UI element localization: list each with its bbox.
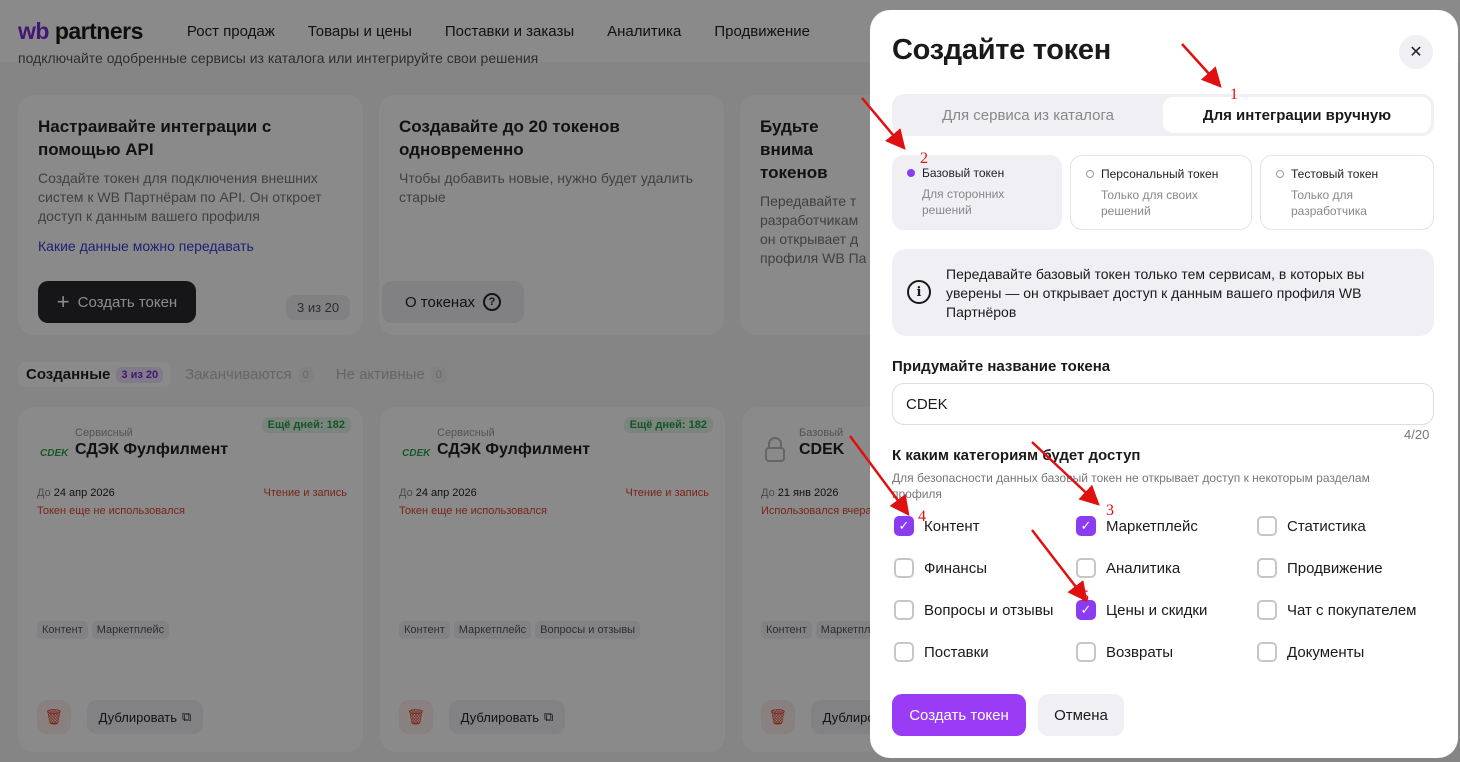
- checkbox-icon: [1257, 600, 1277, 620]
- checkbox-icon: [894, 642, 914, 662]
- checkbox-icon: [894, 600, 914, 620]
- checkbox-icon: ✓: [1076, 516, 1096, 536]
- annotation-number: 2: [920, 150, 928, 167]
- create-token-dialog: Создайте токен ✕ Для сервиса из каталога…: [870, 10, 1458, 758]
- checkbox-icon: ✓: [894, 516, 914, 536]
- checkbox-icon: [894, 558, 914, 578]
- checkbox-feedbacks[interactable]: Вопросы и отзывы: [894, 600, 1053, 620]
- segment-manual[interactable]: Для интеграции вручную: [1163, 97, 1431, 133]
- checkbox-returns[interactable]: Возвраты: [1076, 642, 1173, 662]
- annotation-number: 5: [1081, 588, 1089, 605]
- categories-label: К каким категориям будет доступ: [892, 447, 1141, 464]
- token-type-personal[interactable]: Персональный токен Только для своих реше…: [1070, 155, 1252, 230]
- token-type-basic[interactable]: Базовый токен Для сторонних решений: [892, 155, 1062, 230]
- checkbox-icon: [1257, 516, 1277, 536]
- close-button[interactable]: ✕: [1399, 35, 1433, 69]
- create-token-button[interactable]: Создать токен: [892, 694, 1026, 736]
- checkbox-icon: [1076, 558, 1096, 578]
- radio-icon: [1086, 170, 1094, 178]
- token-type-test[interactable]: Тестовый токен Только для разработчика: [1260, 155, 1434, 230]
- categories-hint: Для безопасности данных базовый токен не…: [892, 471, 1370, 501]
- checkbox-promotion[interactable]: Продвижение: [1257, 558, 1383, 578]
- checkbox-finance[interactable]: Финансы: [894, 558, 987, 578]
- annotation-number: 1: [1230, 86, 1238, 103]
- info-icon: i: [907, 280, 931, 304]
- checkbox-buyer-chat[interactable]: Чат с покупателем: [1257, 600, 1417, 620]
- checkbox-marketplace[interactable]: ✓ Маркетплейс: [1076, 516, 1198, 536]
- checkbox-icon: [1257, 558, 1277, 578]
- annotation-number: 3: [1106, 502, 1114, 519]
- radio-icon: [907, 169, 915, 177]
- checkbox-supplies[interactable]: Поставки: [894, 642, 989, 662]
- radio-icon: [1276, 170, 1284, 178]
- info-alert: i Передавайте базовый токен только тем с…: [892, 249, 1434, 336]
- token-name-input[interactable]: CDEK: [892, 383, 1434, 425]
- checkbox-documents[interactable]: Документы: [1257, 642, 1364, 662]
- checkbox-prices[interactable]: ✓ Цены и скидки: [1076, 600, 1207, 620]
- dialog-title: Создайте токен: [892, 34, 1111, 66]
- checkbox-analytics[interactable]: Аналитика: [1076, 558, 1180, 578]
- token-name-label: Придумайте название токена: [892, 358, 1111, 375]
- name-char-counter: 4/20: [1404, 427, 1430, 442]
- close-icon: ✕: [1409, 44, 1423, 61]
- integration-type-switch: Для сервиса из каталога Для интеграции в…: [892, 94, 1434, 136]
- checkbox-icon: [1257, 642, 1277, 662]
- alert-text: Передавайте базовый токен только тем сер…: [946, 266, 1365, 320]
- segment-catalog[interactable]: Для сервиса из каталога: [895, 97, 1161, 133]
- annotation-number: 4: [918, 508, 926, 525]
- cancel-button[interactable]: Отмена: [1038, 694, 1124, 736]
- checkbox-statistics[interactable]: Статистика: [1257, 516, 1366, 536]
- checkbox-content[interactable]: ✓ Контент: [894, 516, 980, 536]
- checkbox-icon: [1076, 642, 1096, 662]
